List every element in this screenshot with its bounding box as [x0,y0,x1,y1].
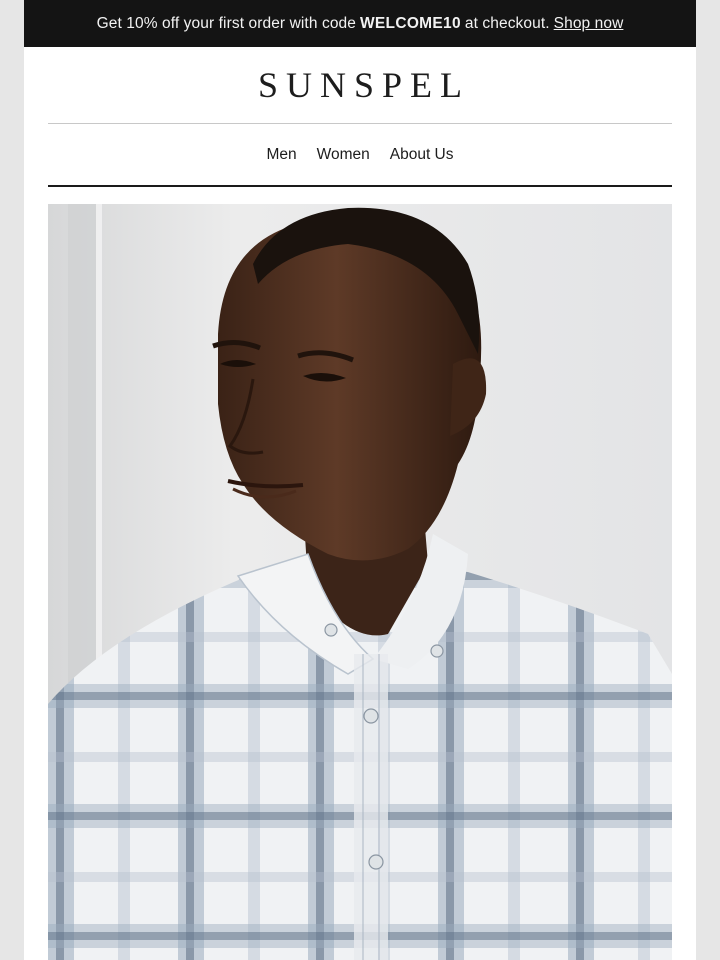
brand-logo[interactable]: SUNSPEL [250,64,470,106]
promo-suffix: at checkout. [464,14,550,32]
nav-item-about-us[interactable]: About Us [390,146,454,164]
promo-code: WELCOME10 [359,14,461,32]
main-nav: Men Women About Us [24,124,696,185]
nav-item-women[interactable]: Women [317,146,370,164]
hero-photo-illustration [48,204,672,960]
nav-item-men[interactable]: Men [266,146,296,164]
promo-text: Get 10% off your first order with code [96,14,356,32]
email-container: Get 10% off your first order with code W… [24,0,696,960]
nav-divider [48,185,672,187]
hero-image[interactable] [48,204,672,960]
header-logo-area: SUNSPEL [24,47,696,123]
shop-now-link[interactable]: Shop now [554,15,624,33]
promo-banner: Get 10% off your first order with code W… [24,0,696,47]
